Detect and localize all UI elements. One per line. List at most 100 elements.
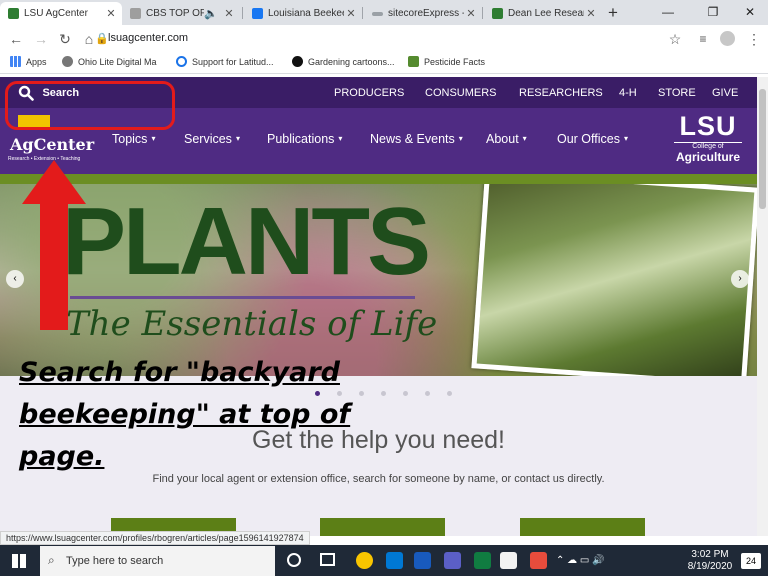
accent-bar <box>0 174 757 184</box>
tab-title: sitecoreExpress - <box>388 8 464 19</box>
new-tab-button[interactable]: + <box>608 3 618 23</box>
outlook-icon[interactable] <box>386 552 403 569</box>
carousel-dot[interactable] <box>381 391 386 396</box>
app-b-icon[interactable] <box>530 552 547 569</box>
toplink-researchers[interactable]: RESEARCHERS <box>519 87 603 99</box>
chevron-down-icon: ▾ <box>338 134 343 143</box>
tab-title: Louisiana Beekee <box>268 8 344 19</box>
chevron-down-icon: ▾ <box>458 134 463 143</box>
forward-arrow-icon[interactable]: → <box>31 29 51 49</box>
tab-dean-lee[interactable]: Dean Lee Researc ✕ <box>484 2 602 25</box>
sitecore-favicon-icon <box>372 11 383 16</box>
teams-icon[interactable] <box>444 552 461 569</box>
hero-subtitle: The Essentials of Life <box>66 304 438 344</box>
chevron-down-icon: ▾ <box>623 134 628 143</box>
chevron-down-icon: ▾ <box>522 134 527 143</box>
bookmark-star-icon[interactable]: ☆ <box>665 29 685 49</box>
app-icon[interactable] <box>500 552 517 569</box>
lsu-college-logo[interactable]: LSU College of Agriculture <box>670 112 746 170</box>
reload-icon[interactable]: ↻ <box>55 29 75 49</box>
tab-lsu-agcenter[interactable]: LSU AgCenter ✕ <box>0 2 122 25</box>
notification-badge[interactable]: 24 <box>741 553 761 569</box>
carousel-dot[interactable] <box>447 391 452 396</box>
bookmark-ohio-lite[interactable]: Ohio Lite Digital Ma <box>62 56 157 67</box>
toplink-give[interactable]: GIVE <box>712 87 738 99</box>
lsu-favicon-icon <box>492 8 503 19</box>
minimize-button[interactable]: — <box>648 0 688 25</box>
word-icon[interactable] <box>414 552 431 569</box>
nav-our-offices[interactable]: Our Offices ▾ <box>557 132 628 146</box>
browser-tab-strip: LSU AgCenter ✕ CBS TOP OF T 🔈 ✕ Louisian… <box>0 0 768 25</box>
clock-time: 3:02 PM <box>691 549 729 560</box>
tray-icons[interactable]: ⌃ ☁ ▭ 🔊 <box>556 555 605 566</box>
windows-taskbar: ⌕ Type here to search ⌃ ☁ ▭ 🔊 3:02 PM 8/… <box>0 545 768 576</box>
apps-grid-icon <box>10 56 21 67</box>
tab-louisiana-beekeepers[interactable]: Louisiana Beekee ✕ <box>244 2 362 25</box>
logo-text: AgCenter <box>10 135 95 154</box>
close-tab-icon[interactable]: ✕ <box>222 7 236 20</box>
clock[interactable]: 3:02 PM 8/19/2020 <box>682 549 738 573</box>
close-tab-icon[interactable]: ✕ <box>104 7 118 20</box>
nav-news-events[interactable]: News & Events ▾ <box>370 132 463 146</box>
address-bar[interactable]: lsuagcenter.com <box>108 29 648 48</box>
carousel-dot[interactable] <box>403 391 408 396</box>
lsu-favicon-icon <box>8 8 19 19</box>
scrollbar-thumb[interactable] <box>759 89 766 209</box>
chrome-icon[interactable] <box>356 552 373 569</box>
bookmark-gardening-cartoons[interactable]: Gardening cartoons... <box>292 56 395 67</box>
red-arrow-icon <box>22 160 86 330</box>
bookmarks-bar: Apps Ohio Lite Digital Ma Support for La… <box>0 52 768 74</box>
toplink-producers[interactable]: PRODUCERS <box>334 87 404 99</box>
audio-icon[interactable]: 🔈 <box>204 7 218 20</box>
menu-kebab-icon[interactable]: ⋮ <box>744 29 764 49</box>
dell-icon <box>176 56 187 67</box>
close-tab-icon[interactable]: ✕ <box>584 7 598 20</box>
contact-us-button[interactable] <box>520 518 645 536</box>
chevron-down-icon: ▾ <box>235 134 240 143</box>
taskbar-search-box[interactable]: ⌕ Type here to search <box>40 546 275 576</box>
cortana-icon[interactable] <box>287 553 301 567</box>
close-tab-icon[interactable]: ✕ <box>464 7 478 20</box>
instruction-annotation: Search for "backyard beekeeping" at top … <box>19 357 351 472</box>
hero-divider <box>70 296 415 299</box>
restore-button[interactable]: ❐ <box>693 0 733 25</box>
tab-title: CBS TOP OF T <box>146 8 204 19</box>
nav-publications[interactable]: Publications ▾ <box>267 132 342 146</box>
carousel-dot[interactable] <box>359 391 364 396</box>
search-by-name-button[interactable] <box>320 518 445 536</box>
hero-carousel: PLANTS The Essentials of Life ‹ › <box>0 184 757 376</box>
clock-date: 8/19/2020 <box>687 561 733 572</box>
excel-icon[interactable] <box>474 552 491 569</box>
task-view-icon[interactable] <box>320 553 335 566</box>
taskbar-search-placeholder: Type here to search <box>66 555 164 567</box>
bookmark-apps[interactable]: Apps <box>10 56 47 67</box>
globe-icon <box>62 56 73 67</box>
tab-title: LSU AgCenter <box>24 8 88 19</box>
nav-services[interactable]: Services ▾ <box>184 132 240 146</box>
facebook-favicon-icon <box>252 8 263 19</box>
tab-cbs[interactable]: CBS TOP OF T 🔈 ✕ <box>122 2 240 25</box>
bookmark-pesticide-facts[interactable]: Pesticide Facts <box>408 56 485 67</box>
close-tab-icon[interactable]: ✕ <box>344 7 358 20</box>
search-icon: ⌕ <box>48 553 55 567</box>
status-bar-url: https://www.lsuagcenter.com/profiles/rbo… <box>0 531 310 545</box>
tab-sitecore[interactable]: sitecoreExpress - ✕ <box>364 2 482 25</box>
carousel-next-icon[interactable]: › <box>731 270 749 288</box>
nav-topics[interactable]: Topics ▾ <box>112 132 155 146</box>
chevron-down-icon: ▾ <box>151 134 156 143</box>
tab-title: Dean Lee Researc <box>508 8 584 19</box>
bookmark-support-latitude[interactable]: Support for Latitud... <box>176 56 274 67</box>
pesticide-facts-icon <box>408 56 419 67</box>
carousel-dot[interactable] <box>425 391 430 396</box>
close-window-button[interactable]: ✕ <box>730 0 768 25</box>
nav-about[interactable]: About ▾ <box>486 132 527 146</box>
media-control-icon[interactable]: ≡ <box>693 29 713 49</box>
toplink-4h[interactable]: 4-H <box>619 87 637 99</box>
toplink-store[interactable]: STORE <box>658 87 696 99</box>
windows-start-icon[interactable] <box>12 554 26 568</box>
page-scrollbar[interactable] <box>757 77 768 536</box>
hero-title: PLANTS <box>62 188 431 295</box>
back-arrow-icon[interactable]: ← <box>6 29 26 49</box>
profile-avatar-icon[interactable] <box>720 31 735 46</box>
toplink-consumers[interactable]: CONSUMERS <box>425 87 497 99</box>
